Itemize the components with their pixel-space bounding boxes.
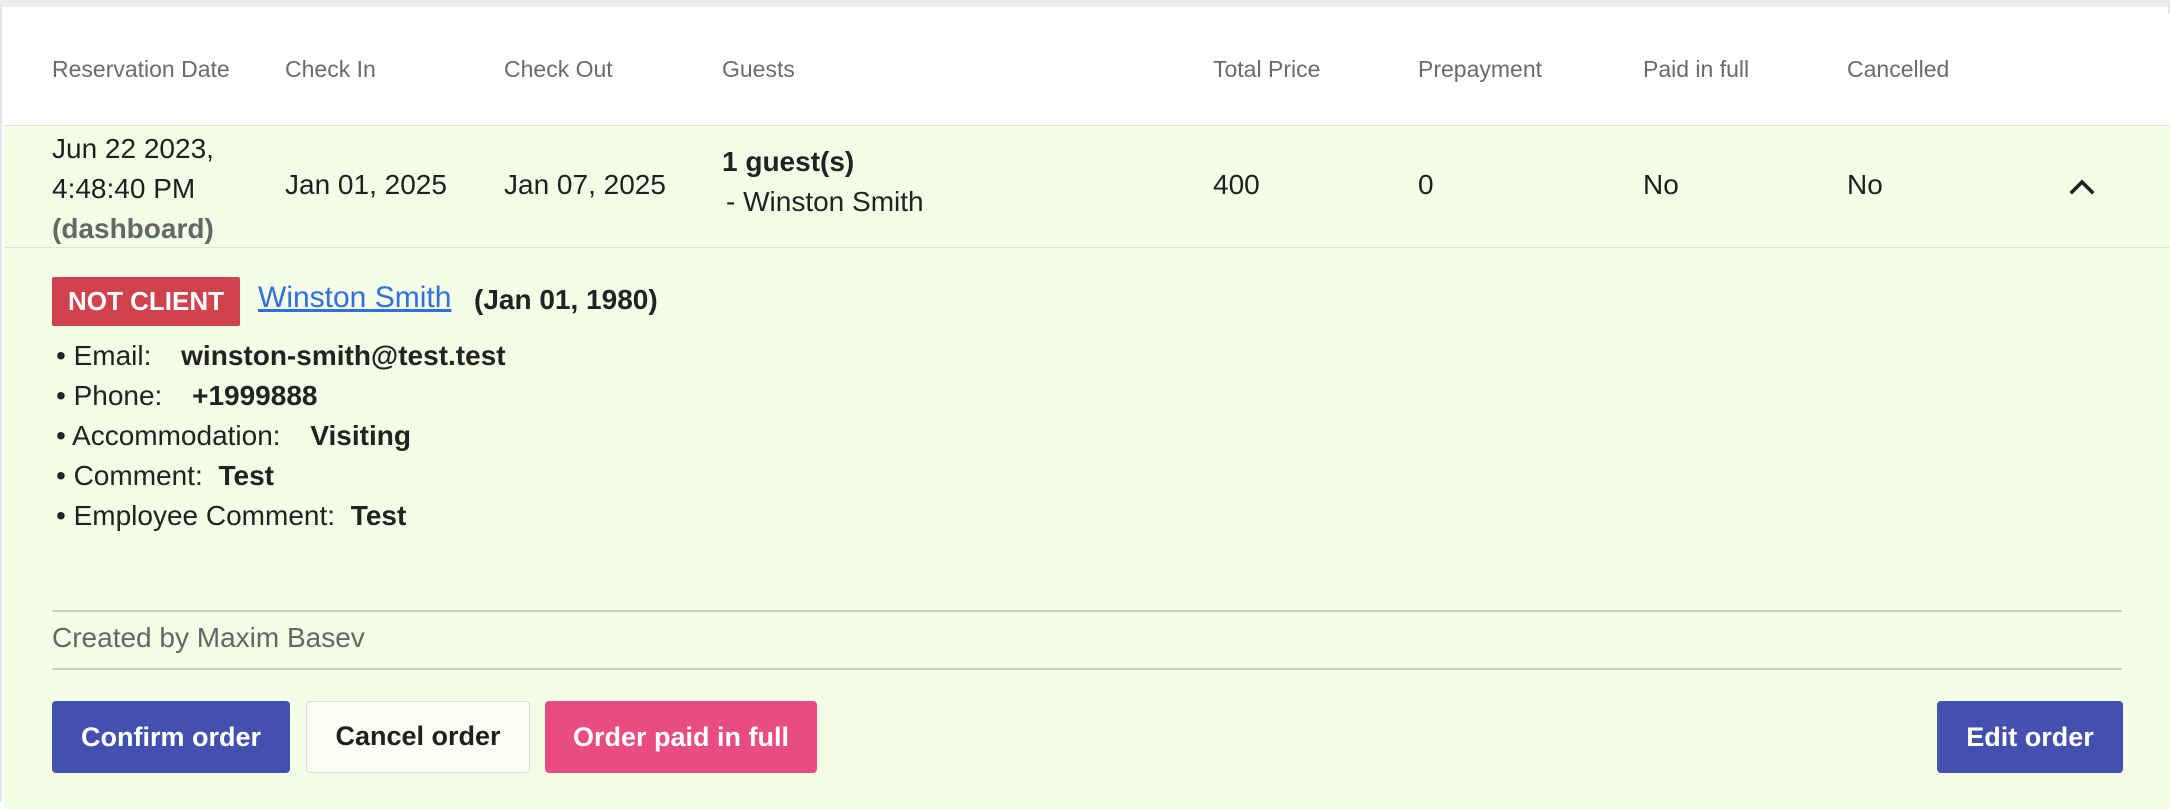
header-check-out: Check Out xyxy=(504,56,613,82)
edit-order-button[interactable]: Edit order xyxy=(1937,701,2123,773)
header-prepayment: Prepayment xyxy=(1418,56,1543,82)
prepayment-cell: 0 xyxy=(1418,169,1434,200)
table-row[interactable]: Jun 22 2023, 4:48:40 PM (dashboard) Jan … xyxy=(4,126,2170,248)
reservation-source: (dashboard) xyxy=(52,213,214,244)
check-in-cell: Jan 01, 2025 xyxy=(285,169,447,200)
chevron-up-icon[interactable] xyxy=(2067,172,2097,202)
reservation-table: Reservation Date Check In Check Out Gues… xyxy=(0,0,2170,809)
check-out-cell: Jan 07, 2025 xyxy=(504,169,666,200)
header-cancelled: Cancelled xyxy=(1847,56,1950,82)
accommodation-value: Visiting xyxy=(310,420,411,451)
comment-value: Test xyxy=(218,460,275,491)
guests-count: 1 guest(s) xyxy=(722,146,855,177)
comment-row: • Comment: Test xyxy=(56,460,274,492)
header-reservation-date: Reservation Date xyxy=(52,56,230,82)
phone-row: • Phone: +1999888 xyxy=(56,380,317,412)
guest-name: - Winston Smith xyxy=(726,186,924,217)
table-header: Reservation Date Check In Check Out Gues… xyxy=(4,14,2170,126)
divider-bottom xyxy=(52,668,2122,670)
employee-comment-row: • Employee Comment: Test xyxy=(56,500,406,532)
client-name-link[interactable]: Winston Smith xyxy=(258,281,451,315)
email-label: • Email: xyxy=(56,340,152,371)
header-total-price: Total Price xyxy=(1213,56,1321,82)
confirm-order-button[interactable]: Confirm order xyxy=(52,701,290,773)
header-guests: Guests xyxy=(722,56,795,82)
reservation-details: NOT CLIENT Winston Smith (Jan 01, 1980) … xyxy=(4,248,2170,809)
accommodation-label: • Accommodation: xyxy=(56,420,281,451)
client-status-badge: NOT CLIENT xyxy=(52,277,240,326)
phone-value: +1999888 xyxy=(192,380,318,411)
reservation-time: 4:48:40 PM xyxy=(52,173,196,204)
reservation-date: Jun 22 2023, xyxy=(52,133,214,164)
total-price-cell: 400 xyxy=(1213,169,1260,200)
reservation-date-cell: Jun 22 2023, 4:48:40 PM (dashboard) xyxy=(52,129,214,249)
email-row: • Email: winston-smith@test.test xyxy=(56,340,506,372)
phone-label: • Phone: xyxy=(56,380,163,411)
cancel-order-button[interactable]: Cancel order xyxy=(306,701,530,773)
created-by: Created by Maxim Basev xyxy=(52,622,365,653)
employee-comment-value: Test xyxy=(350,500,407,531)
employee-comment-label: • Employee Comment: xyxy=(56,500,336,531)
paid-in-full-cell: No xyxy=(1643,169,1679,200)
email-value: winston-smith@test.test xyxy=(181,340,506,371)
header-check-in: Check In xyxy=(285,56,376,82)
accommodation-row: • Accommodation: Visiting xyxy=(56,420,411,452)
comment-label: • Comment: xyxy=(56,460,203,491)
header-paid-in-full: Paid in full xyxy=(1643,56,1750,82)
cancelled-cell: No xyxy=(1847,169,1883,200)
client-dob: (Jan 01, 1980) xyxy=(474,284,658,315)
divider-top xyxy=(52,610,2122,612)
order-paid-in-full-button[interactable]: Order paid in full xyxy=(545,701,817,773)
